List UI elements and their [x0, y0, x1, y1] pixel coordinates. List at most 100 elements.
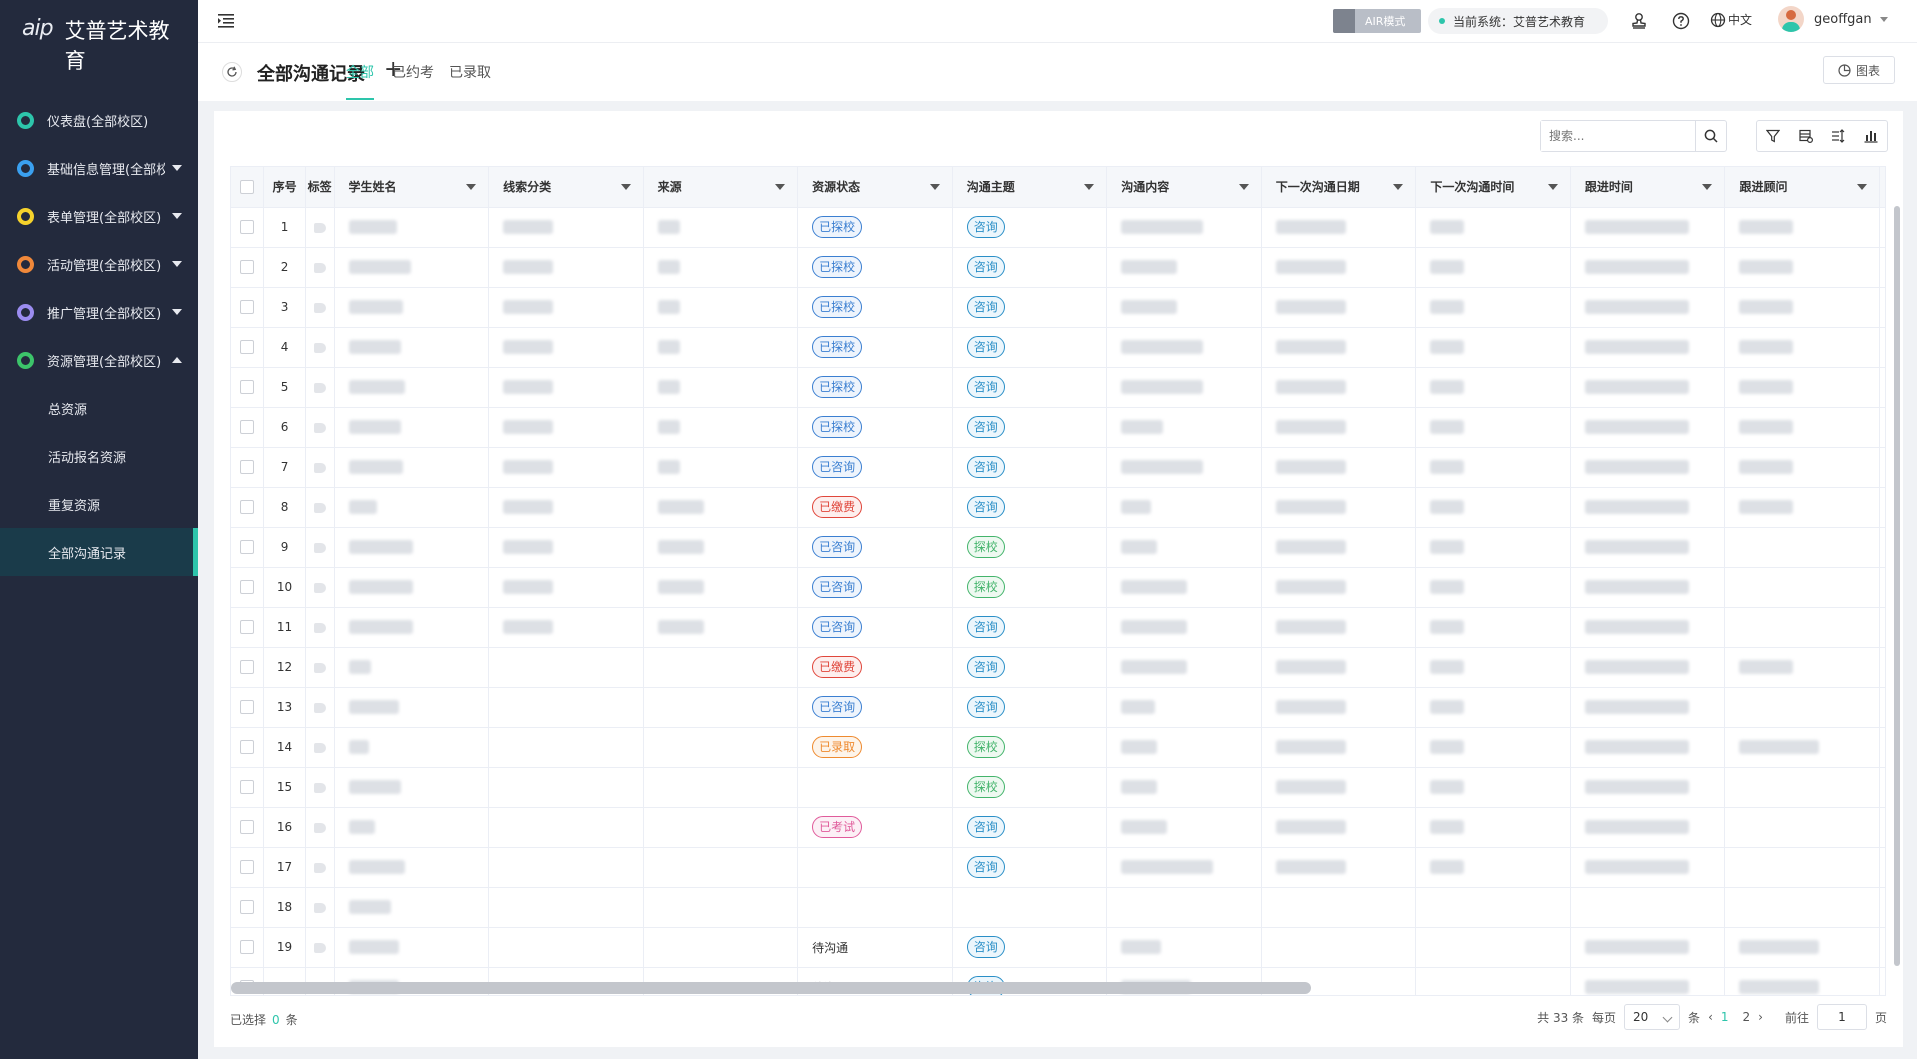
tag-icon[interactable] — [313, 902, 326, 913]
column-header[interactable]: 沟通主题 — [952, 167, 1108, 208]
row-checkbox[interactable] — [240, 940, 255, 955]
column-dropdown-icon[interactable] — [1547, 184, 1558, 190]
column-header[interactable]: 资源状态 — [797, 167, 953, 208]
table-row[interactable]: 1 已探校 咨询 — [231, 207, 1885, 248]
page-number[interactable]: 2 — [1743, 1010, 1751, 1024]
column-dropdown-icon[interactable] — [1084, 184, 1095, 190]
row-checkbox[interactable] — [240, 740, 255, 755]
table-row[interactable]: 6 已探校 咨询 — [231, 407, 1885, 448]
table-row[interactable]: 9 已咨询 探校 · — [231, 527, 1885, 568]
table-row[interactable]: 19 待沟通 咨询 · — [231, 927, 1885, 968]
current-system[interactable]: 当前系统：艾普艺术教育 — [1428, 8, 1608, 34]
column-dropdown-icon[interactable] — [1702, 184, 1713, 190]
row-checkbox[interactable] — [240, 220, 255, 235]
air-mode-toggle[interactable]: AIR模式 — [1333, 9, 1421, 33]
sidebar-subitem-3[interactable]: 全部沟通记录 — [0, 528, 198, 576]
column-dropdown-icon[interactable] — [1393, 184, 1404, 190]
tag-icon[interactable] — [313, 862, 326, 873]
vertical-scrollbar[interactable] — [1894, 206, 1900, 966]
tag-icon[interactable] — [313, 822, 326, 833]
sidebar-subitem-1[interactable]: 活动报名资源 — [0, 432, 198, 480]
language-switch[interactable]: 中文 — [1710, 11, 1752, 28]
prev-page-icon[interactable]: ‹ — [1708, 1010, 1713, 1024]
sidebar-item-2[interactable]: 表单管理(全部校区) — [0, 192, 198, 240]
tag-icon[interactable] — [313, 262, 326, 273]
table-row[interactable]: 16 已考试 咨询 · — [231, 807, 1885, 848]
column-dropdown-icon[interactable] — [1238, 184, 1249, 190]
filter-button[interactable] — [1757, 121, 1790, 151]
row-checkbox[interactable] — [240, 380, 255, 395]
row-checkbox[interactable] — [240, 300, 255, 315]
table-row[interactable]: 13 已咨询 咨询 · — [231, 687, 1885, 728]
column-header[interactable]: 下一次沟通时间 — [1415, 167, 1571, 208]
tab-1[interactable]: 已约考 — [392, 62, 434, 100]
row-checkbox[interactable] — [240, 340, 255, 355]
row-checkbox[interactable] — [240, 420, 255, 435]
column-dropdown-icon[interactable] — [466, 184, 477, 190]
tag-icon[interactable] — [313, 782, 326, 793]
tag-icon[interactable] — [313, 382, 326, 393]
row-checkbox[interactable] — [240, 580, 255, 595]
stamp-icon[interactable] — [1630, 12, 1648, 30]
table-row[interactable]: 12 已缴费 咨询 — [231, 647, 1885, 688]
search-input[interactable] — [1541, 121, 1696, 151]
help-icon[interactable] — [1672, 12, 1690, 30]
row-checkbox[interactable] — [240, 820, 255, 835]
tab-2[interactable]: 已录取 — [449, 62, 491, 100]
tag-icon[interactable] — [313, 462, 326, 473]
horizontal-scrollbar[interactable] — [231, 982, 1311, 994]
sidebar-item-3[interactable]: 活动管理(全部校区) — [0, 240, 198, 288]
tag-icon[interactable] — [313, 222, 326, 233]
tag-icon[interactable] — [313, 942, 326, 953]
table-row[interactable]: 3 已探校 咨询 — [231, 287, 1885, 328]
select-all-checkbox[interactable] — [240, 180, 255, 194]
chart-button[interactable]: 图表 — [1823, 56, 1895, 84]
search-button[interactable] — [1696, 121, 1726, 151]
table-row[interactable]: 17 咨询 · — [231, 847, 1885, 888]
column-dropdown-icon[interactable] — [620, 184, 631, 190]
tab-0[interactable]: 全部 — [346, 62, 374, 100]
row-checkbox[interactable] — [240, 860, 255, 875]
row-checkbox[interactable] — [240, 780, 255, 795]
column-settings-button[interactable] — [1790, 121, 1823, 151]
table-row[interactable]: 18 · — [231, 887, 1885, 928]
column-header[interactable]: 沟通内容 — [1106, 167, 1262, 208]
collapse-menu-icon[interactable] — [218, 14, 234, 28]
column-header[interactable]: 来源 — [643, 167, 799, 208]
column-header[interactable]: 下一次沟通日期 — [1261, 167, 1417, 208]
column-header[interactable]: 线索分类 — [488, 167, 644, 208]
tag-icon[interactable] — [313, 302, 326, 313]
tag-icon[interactable] — [313, 342, 326, 353]
goto-page-input[interactable] — [1816, 1004, 1867, 1030]
tag-icon[interactable] — [313, 502, 326, 513]
app-logo[interactable]: aip 艾普艺术教育 — [0, 0, 198, 96]
sidebar-item-1[interactable]: 基础信息管理(全部校区) — [0, 144, 198, 192]
table-row[interactable]: 5 已探校 咨询 — [231, 367, 1885, 408]
tag-icon[interactable] — [313, 542, 326, 553]
table-row[interactable]: 4 已探校 咨询 — [231, 327, 1885, 368]
row-checkbox[interactable] — [240, 900, 255, 915]
tag-icon[interactable] — [313, 742, 326, 753]
sidebar-subitem-0[interactable]: 总资源 — [0, 384, 198, 432]
row-checkbox[interactable] — [240, 700, 255, 715]
table-row[interactable]: 8 已缴费 咨询 — [231, 487, 1885, 528]
column-dropdown-icon[interactable] — [1856, 184, 1867, 190]
sidebar-item-5[interactable]: 资源管理(全部校区) — [0, 336, 198, 384]
sort-button[interactable] — [1822, 121, 1855, 151]
sidebar-item-0[interactable]: 仪表盘(全部校区) — [0, 96, 198, 144]
tag-icon[interactable] — [313, 622, 326, 633]
row-checkbox[interactable] — [240, 260, 255, 275]
tag-icon[interactable] — [313, 582, 326, 593]
table-row[interactable]: 7 已咨询 咨询 — [231, 447, 1885, 488]
refresh-button[interactable] — [222, 62, 242, 82]
table-row[interactable]: 2 已探校 咨询 — [231, 247, 1885, 288]
row-checkbox[interactable] — [240, 500, 255, 515]
tag-icon[interactable] — [313, 662, 326, 673]
records-table-container[interactable]: 序号 标签 学生姓名 线索分类 来源 资源状态 沟通主题 沟通内容 下一次沟通日期 下一次沟通时间… — [230, 166, 1886, 996]
table-row[interactable]: 10 已咨询 探校 · — [231, 567, 1885, 608]
sidebar-subitem-2[interactable]: 重复资源 — [0, 480, 198, 528]
row-checkbox[interactable] — [240, 540, 255, 555]
column-header[interactable]: 学生姓名 — [334, 167, 490, 208]
page-number[interactable]: 1 — [1721, 1010, 1729, 1024]
statistics-button[interactable] — [1855, 121, 1888, 151]
